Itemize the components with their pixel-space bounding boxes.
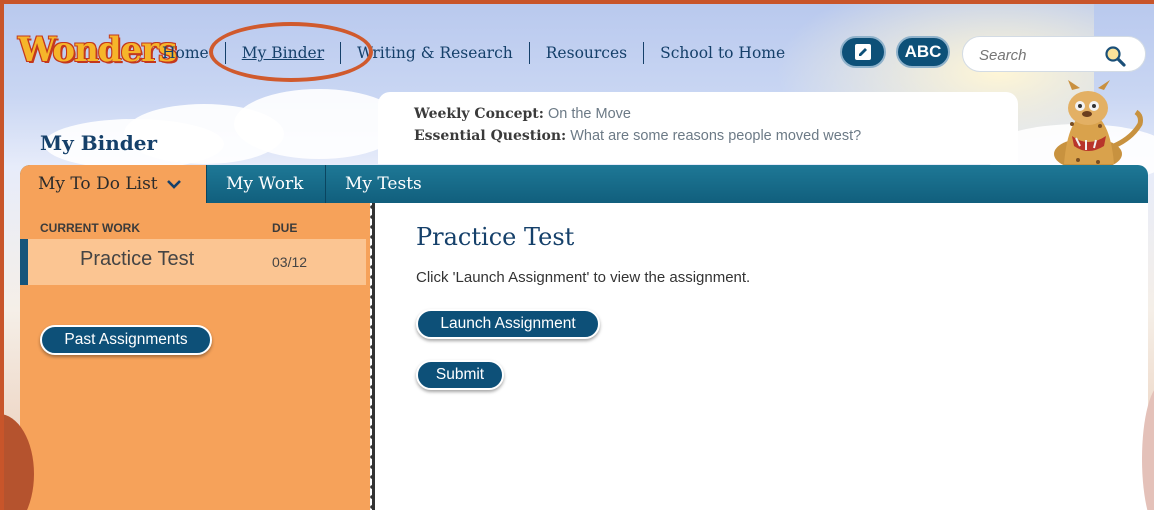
search-box bbox=[962, 36, 1146, 72]
essential-question-value: What are some reasons people moved west? bbox=[570, 128, 862, 144]
weekly-concept: Weekly Concept: On the Move bbox=[414, 103, 1018, 125]
notebook-spiral bbox=[366, 203, 388, 510]
chevron-down-icon bbox=[166, 180, 181, 189]
search-icon[interactable] bbox=[1103, 44, 1127, 68]
tab-divider bbox=[325, 165, 326, 203]
essential-question-label: Essential Question: bbox=[414, 128, 567, 144]
tab-divider bbox=[206, 165, 207, 203]
wonders-logo[interactable]: Wonders bbox=[18, 30, 177, 74]
nav-resources[interactable]: Resources bbox=[530, 42, 643, 64]
mascot-image bbox=[1054, 80, 1143, 168]
weekly-concept-value: On the Move bbox=[547, 106, 631, 122]
assignment-panel: Practice Test Click 'Launch Assignment' … bbox=[388, 203, 1148, 510]
page-title: My Binder bbox=[40, 131, 158, 155]
app-frame: Wonders Home My Binder Writing & Researc… bbox=[0, 0, 1154, 510]
tab-my-tests[interactable]: My Tests bbox=[327, 165, 440, 203]
search-input[interactable] bbox=[979, 45, 1099, 65]
binder-tabs: My To Do List My Work My Tests bbox=[20, 165, 1148, 203]
edit-icon bbox=[855, 44, 871, 60]
weekly-concept-panel: Weekly Concept: On the Move Essential Qu… bbox=[378, 92, 1018, 164]
assignment-name: Practice Test bbox=[80, 248, 195, 270]
launch-assignment-button[interactable]: Launch Assignment bbox=[416, 309, 600, 339]
weekly-concept-label: Weekly Concept: bbox=[414, 106, 544, 122]
notepad-button[interactable] bbox=[840, 36, 886, 68]
past-assignments-button[interactable]: Past Assignments bbox=[40, 325, 212, 355]
abc-button[interactable]: ABC bbox=[896, 36, 950, 68]
assignment-due-date: 03/12 bbox=[272, 254, 308, 270]
assignment-instruction: Click 'Launch Assignment' to view the as… bbox=[416, 269, 751, 286]
submit-button[interactable]: Submit bbox=[416, 360, 504, 390]
tab-my-work[interactable]: My Work bbox=[208, 165, 321, 203]
due-header: DUE bbox=[272, 221, 298, 235]
nav-school-to-home[interactable]: School to Home bbox=[644, 42, 801, 64]
highlight-circle bbox=[209, 22, 373, 82]
assignment-title: Practice Test bbox=[416, 223, 575, 251]
essential-question: Essential Question: What are some reason… bbox=[414, 125, 1018, 147]
current-work-header: CURRENT WORK bbox=[40, 221, 140, 235]
tab-my-to-do-list[interactable]: My To Do List bbox=[20, 165, 206, 203]
list-item[interactable]: Practice Test 03/12 bbox=[20, 239, 366, 285]
tab-label: My To Do List bbox=[38, 174, 158, 194]
todo-panel: CURRENT WORK DUE Practice Test 03/12 Pas… bbox=[20, 203, 366, 510]
